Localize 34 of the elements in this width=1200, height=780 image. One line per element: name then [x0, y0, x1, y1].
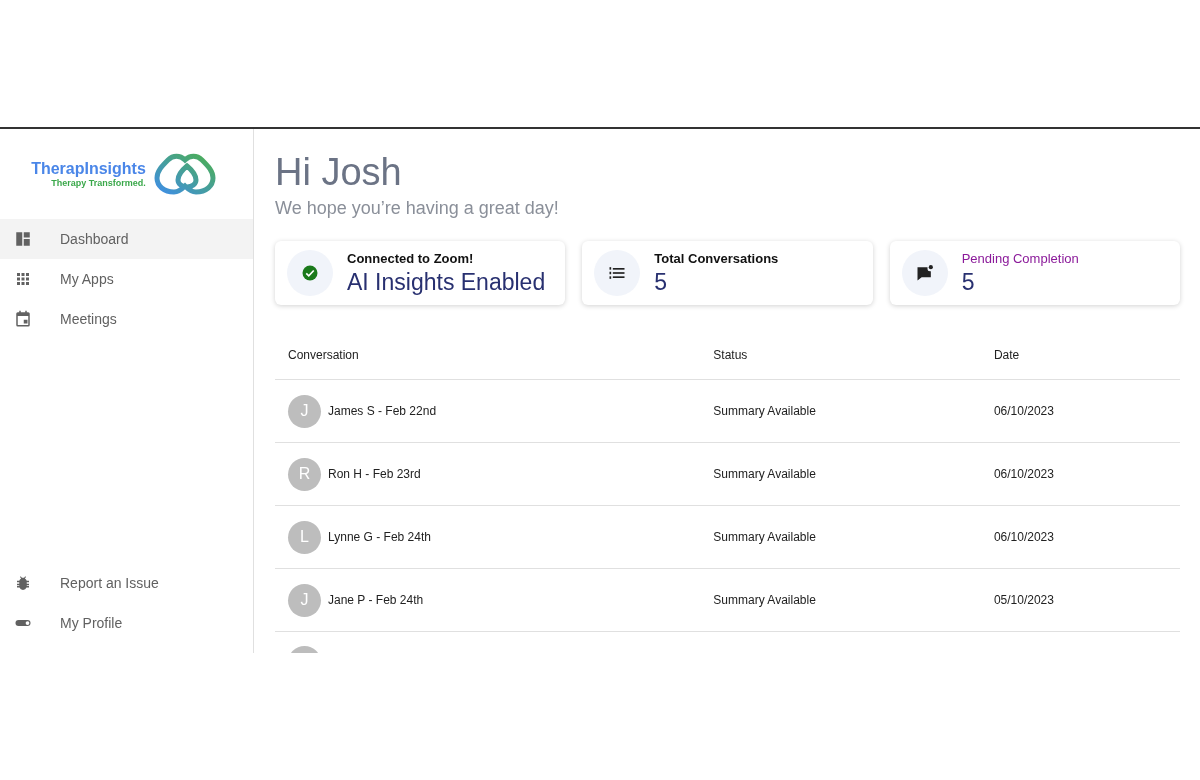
greeting-title: Hi Josh: [275, 151, 403, 194]
nav-item[interactable]: Report an Issue: [0, 563, 253, 603]
card-title: Total Conversations: [654, 250, 779, 266]
logo-name: TherapInsights: [31, 160, 146, 178]
card-title: Connected to Zoom!: [347, 250, 475, 266]
status-text: Summary Available: [713, 467, 816, 481]
nav-item[interactable]: Dashboard: [0, 219, 253, 259]
status-text: Summary Available: [713, 530, 816, 544]
column-header: Status: [700, 331, 981, 380]
conversation-name[interactable]: James S - Feb 22nd: [328, 404, 437, 418]
date-text: 06/10/2023: [993, 404, 1054, 418]
conversation-name[interactable]: Ron H - Feb 23rd: [328, 467, 421, 481]
date-text: 06/10/2023: [993, 467, 1054, 481]
conversation-name[interactable]: Jane P - Feb 24th: [328, 593, 424, 607]
nav-item[interactable]: Meetings: [0, 299, 253, 339]
avatar: L: [288, 520, 321, 554]
card-title: Pending Completion: [961, 250, 1079, 266]
column-header: Conversation: [275, 331, 701, 380]
date-text: 06/10/2023: [993, 530, 1054, 544]
nav-item[interactable]: My Profile: [0, 603, 253, 643]
conversation-name[interactable]: Lynne G - Feb 24th: [328, 530, 431, 544]
date-text: 05/10/2023: [993, 593, 1054, 607]
greeting-subtitle: We hope you’re having a great day!: [275, 198, 560, 219]
logo-tagline: Therapy Transformed.: [51, 178, 146, 188]
nav-item[interactable]: My Apps: [0, 259, 253, 299]
status-text: Summary Available: [713, 404, 816, 418]
status-text: Summary Available: [713, 593, 816, 607]
avatar: J: [288, 394, 321, 428]
card-value: AI Insights Enabled: [347, 268, 546, 296]
avatar: R: [288, 457, 321, 491]
card-value: 5: [961, 268, 976, 296]
card-value: 5: [654, 268, 669, 296]
column-header: Date: [980, 331, 1180, 380]
avatar: J: [288, 583, 321, 617]
